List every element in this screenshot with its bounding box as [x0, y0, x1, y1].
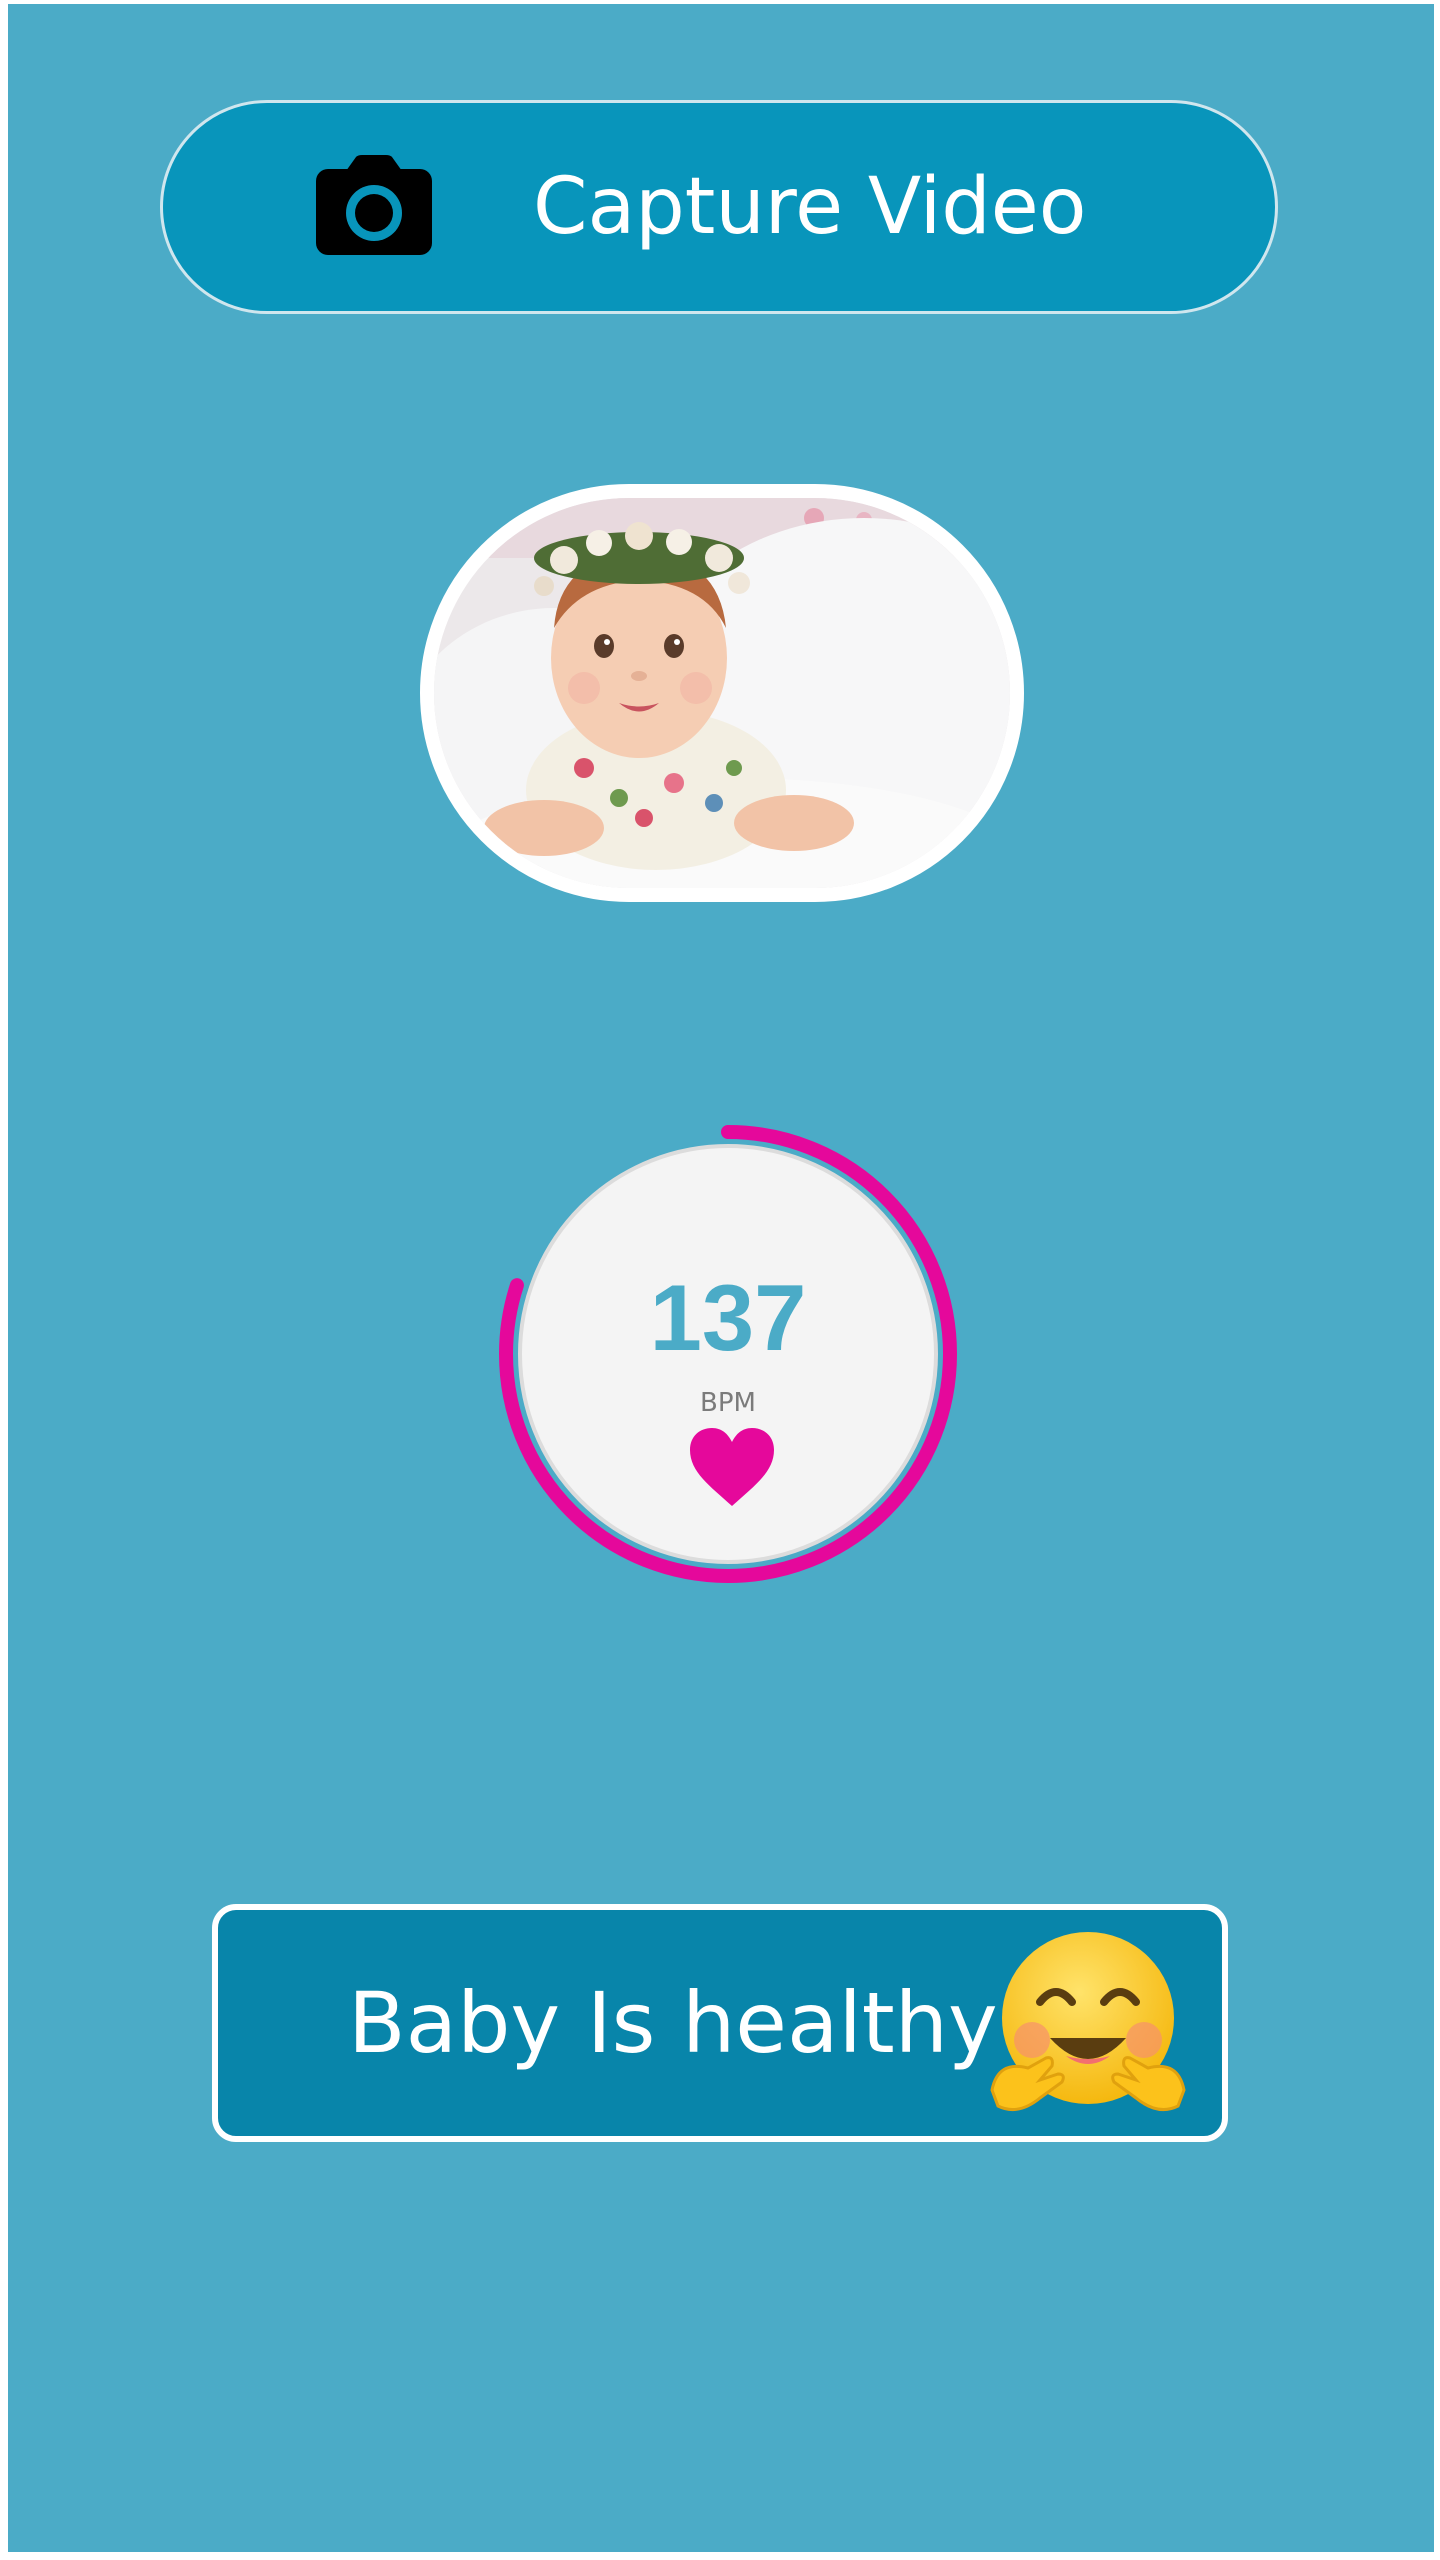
baby-photo: [420, 484, 1024, 902]
heart-rate-value: 137: [649, 1265, 807, 1370]
heart-rate-face: 137 BPM: [518, 1144, 938, 1564]
heart-icon: [690, 1428, 774, 1506]
heart-rate-dial: 137 BPM: [488, 1114, 968, 1594]
health-status-box: Baby Is healthy: [212, 1904, 1228, 2142]
hugging-face-emoji-icon: [990, 1932, 1186, 2112]
app-screen: Capture Video 137 BPM Baby Is healthy: [8, 4, 1434, 2552]
health-status-text: Baby Is healthy: [348, 1974, 998, 2072]
capture-video-button[interactable]: Capture Video: [160, 100, 1278, 314]
heart-rate-unit: BPM: [700, 1388, 756, 1418]
capture-video-label: Capture Video: [533, 162, 1087, 252]
camera-icon: [316, 155, 432, 255]
